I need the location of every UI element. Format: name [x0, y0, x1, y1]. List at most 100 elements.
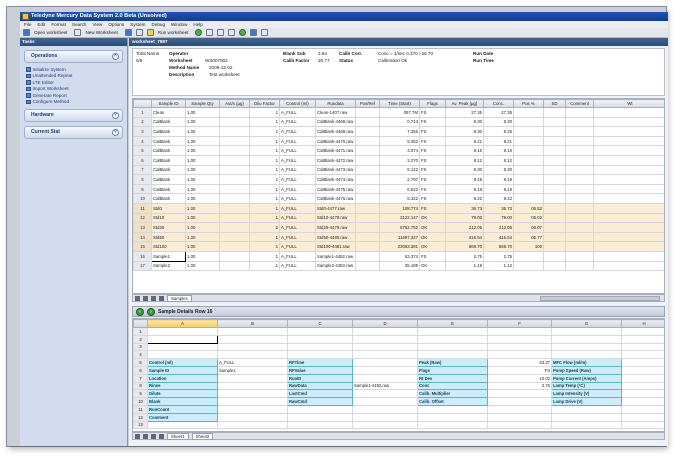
cell-empty[interactable]: [543, 212, 566, 224]
cell-conc[interactable]: 8.19: [483, 174, 514, 185]
cell-dil[interactable]: 1: [249, 250, 280, 262]
chevron-down-icon[interactable]: ˅: [112, 112, 119, 119]
settings-icon[interactable]: [250, 29, 258, 36]
cell-pos[interactable]: [513, 183, 544, 195]
cell-time[interactable]: 097.7M: [379, 107, 420, 118]
cell-conc[interactable]: 1.12: [483, 260, 514, 272]
cell-dil[interactable]: 1: [249, 241, 280, 252]
col-header[interactable]: Dilu Factor: [249, 99, 280, 108]
cell-pos[interactable]: 06.07: [513, 222, 544, 233]
cell-empty[interactable]: [543, 231, 566, 243]
cell-ctl[interactable]: A_FULL: [279, 260, 316, 272]
cell-dil[interactable]: 1: [249, 116, 280, 128]
col-header-h[interactable]: H: [621, 319, 664, 328]
cell-qty[interactable]: 1.00: [185, 260, 220, 272]
cell-empty[interactable]: [565, 250, 594, 262]
cell-flag[interactable]: OK: [419, 212, 446, 224]
cell-flag[interactable]: FS: [419, 135, 446, 147]
table-row[interactable]: 14 Std50 1.00 1 A_FULL Std50-4480.raw 11697.34…: [133, 231, 664, 243]
cell-empty[interactable]: [543, 260, 566, 272]
sheet-cell[interactable]: Rinse: [147, 381, 218, 391]
sheet-cell[interactable]: Rt Dev: [417, 373, 488, 383]
cell-id[interactable]: Std0: [151, 202, 186, 214]
cell-empty[interactable]: [543, 193, 566, 204]
cell-empty[interactable]: [593, 212, 664, 224]
cell-peak[interactable]: 1.19: [445, 260, 484, 272]
save-icon[interactable]: [124, 29, 132, 36]
sheet-cell[interactable]: RunCount: [147, 404, 218, 414]
cell-dil[interactable]: 1: [249, 231, 280, 243]
cell-ctl[interactable]: A_FULL: [279, 174, 316, 185]
help-icon[interactable]: [261, 29, 269, 36]
cell-qty[interactable]: 1.00: [185, 193, 220, 204]
sheet-cell[interactable]: Pump Speed (Raw): [551, 365, 622, 375]
sheet-cell[interactable]: [352, 412, 418, 422]
cell-empty[interactable]: [565, 202, 594, 214]
cell-conc[interactable]: 8.19: [483, 183, 514, 195]
back-icon[interactable]: ‹: [136, 307, 144, 316]
cell-n[interactable]: 7: [133, 164, 152, 176]
cell-ctl[interactable]: A_FULL: [279, 107, 316, 118]
cell-dil[interactable]: 1: [249, 174, 280, 185]
sheet-cell[interactable]: 2.75: [487, 381, 552, 391]
sheet-cell[interactable]: [287, 334, 353, 344]
sheet-cell[interactable]: [417, 420, 488, 430]
cell-peak[interactable]: 8.21: [445, 135, 484, 147]
first-sheet-icon[interactable]: [135, 433, 140, 439]
col-header[interactable]: Aut/s (µg): [219, 99, 250, 108]
cell-conc[interactable]: 79.00: [483, 212, 514, 224]
menu-help[interactable]: Help: [193, 21, 202, 28]
sheet-cell[interactable]: [147, 334, 218, 344]
cell-pos[interactable]: [513, 145, 544, 156]
cell-empty[interactable]: [355, 154, 380, 166]
cell-pos[interactable]: [513, 116, 544, 128]
hardware-group-header[interactable]: Hardware ˅: [24, 109, 123, 122]
cell-qty[interactable]: 1.00: [185, 250, 220, 262]
cell-time[interactable]: 3.270: [379, 154, 420, 166]
run-worksheet-label[interactable]: Run worksheet: [158, 30, 189, 35]
cell-empty[interactable]: [593, 116, 664, 128]
cell-ctl[interactable]: A_FULL: [279, 212, 316, 224]
menu-options[interactable]: Options: [108, 21, 124, 28]
cell-ctl[interactable]: A_FULL: [279, 231, 316, 243]
sheet-cell[interactable]: [551, 404, 622, 414]
table-row[interactable]: 10 CalBlank 1.00 1 A_FULL CalBlank-4476.raw 5.…: [133, 193, 664, 204]
sheet-cell[interactable]: [352, 342, 418, 352]
sheet-cell[interactable]: Lamp Intensity (V): [551, 389, 622, 399]
cell-empty[interactable]: [355, 202, 380, 214]
sheet-cell[interactable]: [352, 334, 418, 344]
cell-qty[interactable]: 1.00: [185, 154, 220, 166]
sheet-cell[interactable]: [352, 327, 418, 336]
cell-time[interactable]: 5752.752: [379, 222, 420, 233]
cell-file[interactable]: Std100-4481.raw: [315, 241, 356, 252]
col-header[interactable]: Wt: [593, 99, 664, 108]
col-header[interactable]: Time (Start): [379, 99, 420, 108]
cell-flag[interactable]: OK: [419, 231, 446, 243]
col-header[interactable]: SD: [543, 99, 566, 108]
cell-empty[interactable]: [355, 260, 380, 272]
cell-file[interactable]: CalBlank-4470.raw: [315, 135, 356, 147]
sheet-cell[interactable]: [621, 397, 664, 406]
cell-id[interactable]: Clean: [151, 107, 186, 118]
cell-empty[interactable]: [355, 212, 380, 224]
cell-id[interactable]: CalBlank: [151, 164, 186, 176]
col-header-e[interactable]: E: [417, 319, 488, 328]
cell-empty[interactable]: [593, 231, 664, 243]
menu-view[interactable]: View: [92, 21, 102, 28]
table-row[interactable]: 17 Sample2 1.00 1 A_FULL Sample2-4483.raw 35.1…: [133, 260, 664, 272]
cell-id[interactable]: Std25: [151, 222, 186, 233]
cell-peak[interactable]: 8.30: [445, 116, 484, 128]
cell-empty[interactable]: [355, 183, 380, 195]
sheet-cell[interactable]: [217, 381, 288, 391]
cell-file[interactable]: CalBlank-4471.raw: [315, 145, 356, 156]
cell-time[interactable]: 2.797: [379, 174, 420, 185]
cell-qty[interactable]: 1.00: [185, 222, 220, 233]
new-worksheet-icon[interactable]: [74, 29, 82, 36]
cell-empty[interactable]: [543, 241, 566, 252]
refresh-icon[interactable]: [239, 29, 247, 36]
cell-file[interactable]: Sample2-4483.raw: [315, 260, 356, 272]
cell-file[interactable]: Clean-1407.raw: [315, 107, 356, 118]
cell-dil[interactable]: 1: [249, 107, 280, 118]
cell-flag[interactable]: FS: [419, 174, 446, 185]
cell-peak[interactable]: 8.30: [445, 126, 484, 137]
